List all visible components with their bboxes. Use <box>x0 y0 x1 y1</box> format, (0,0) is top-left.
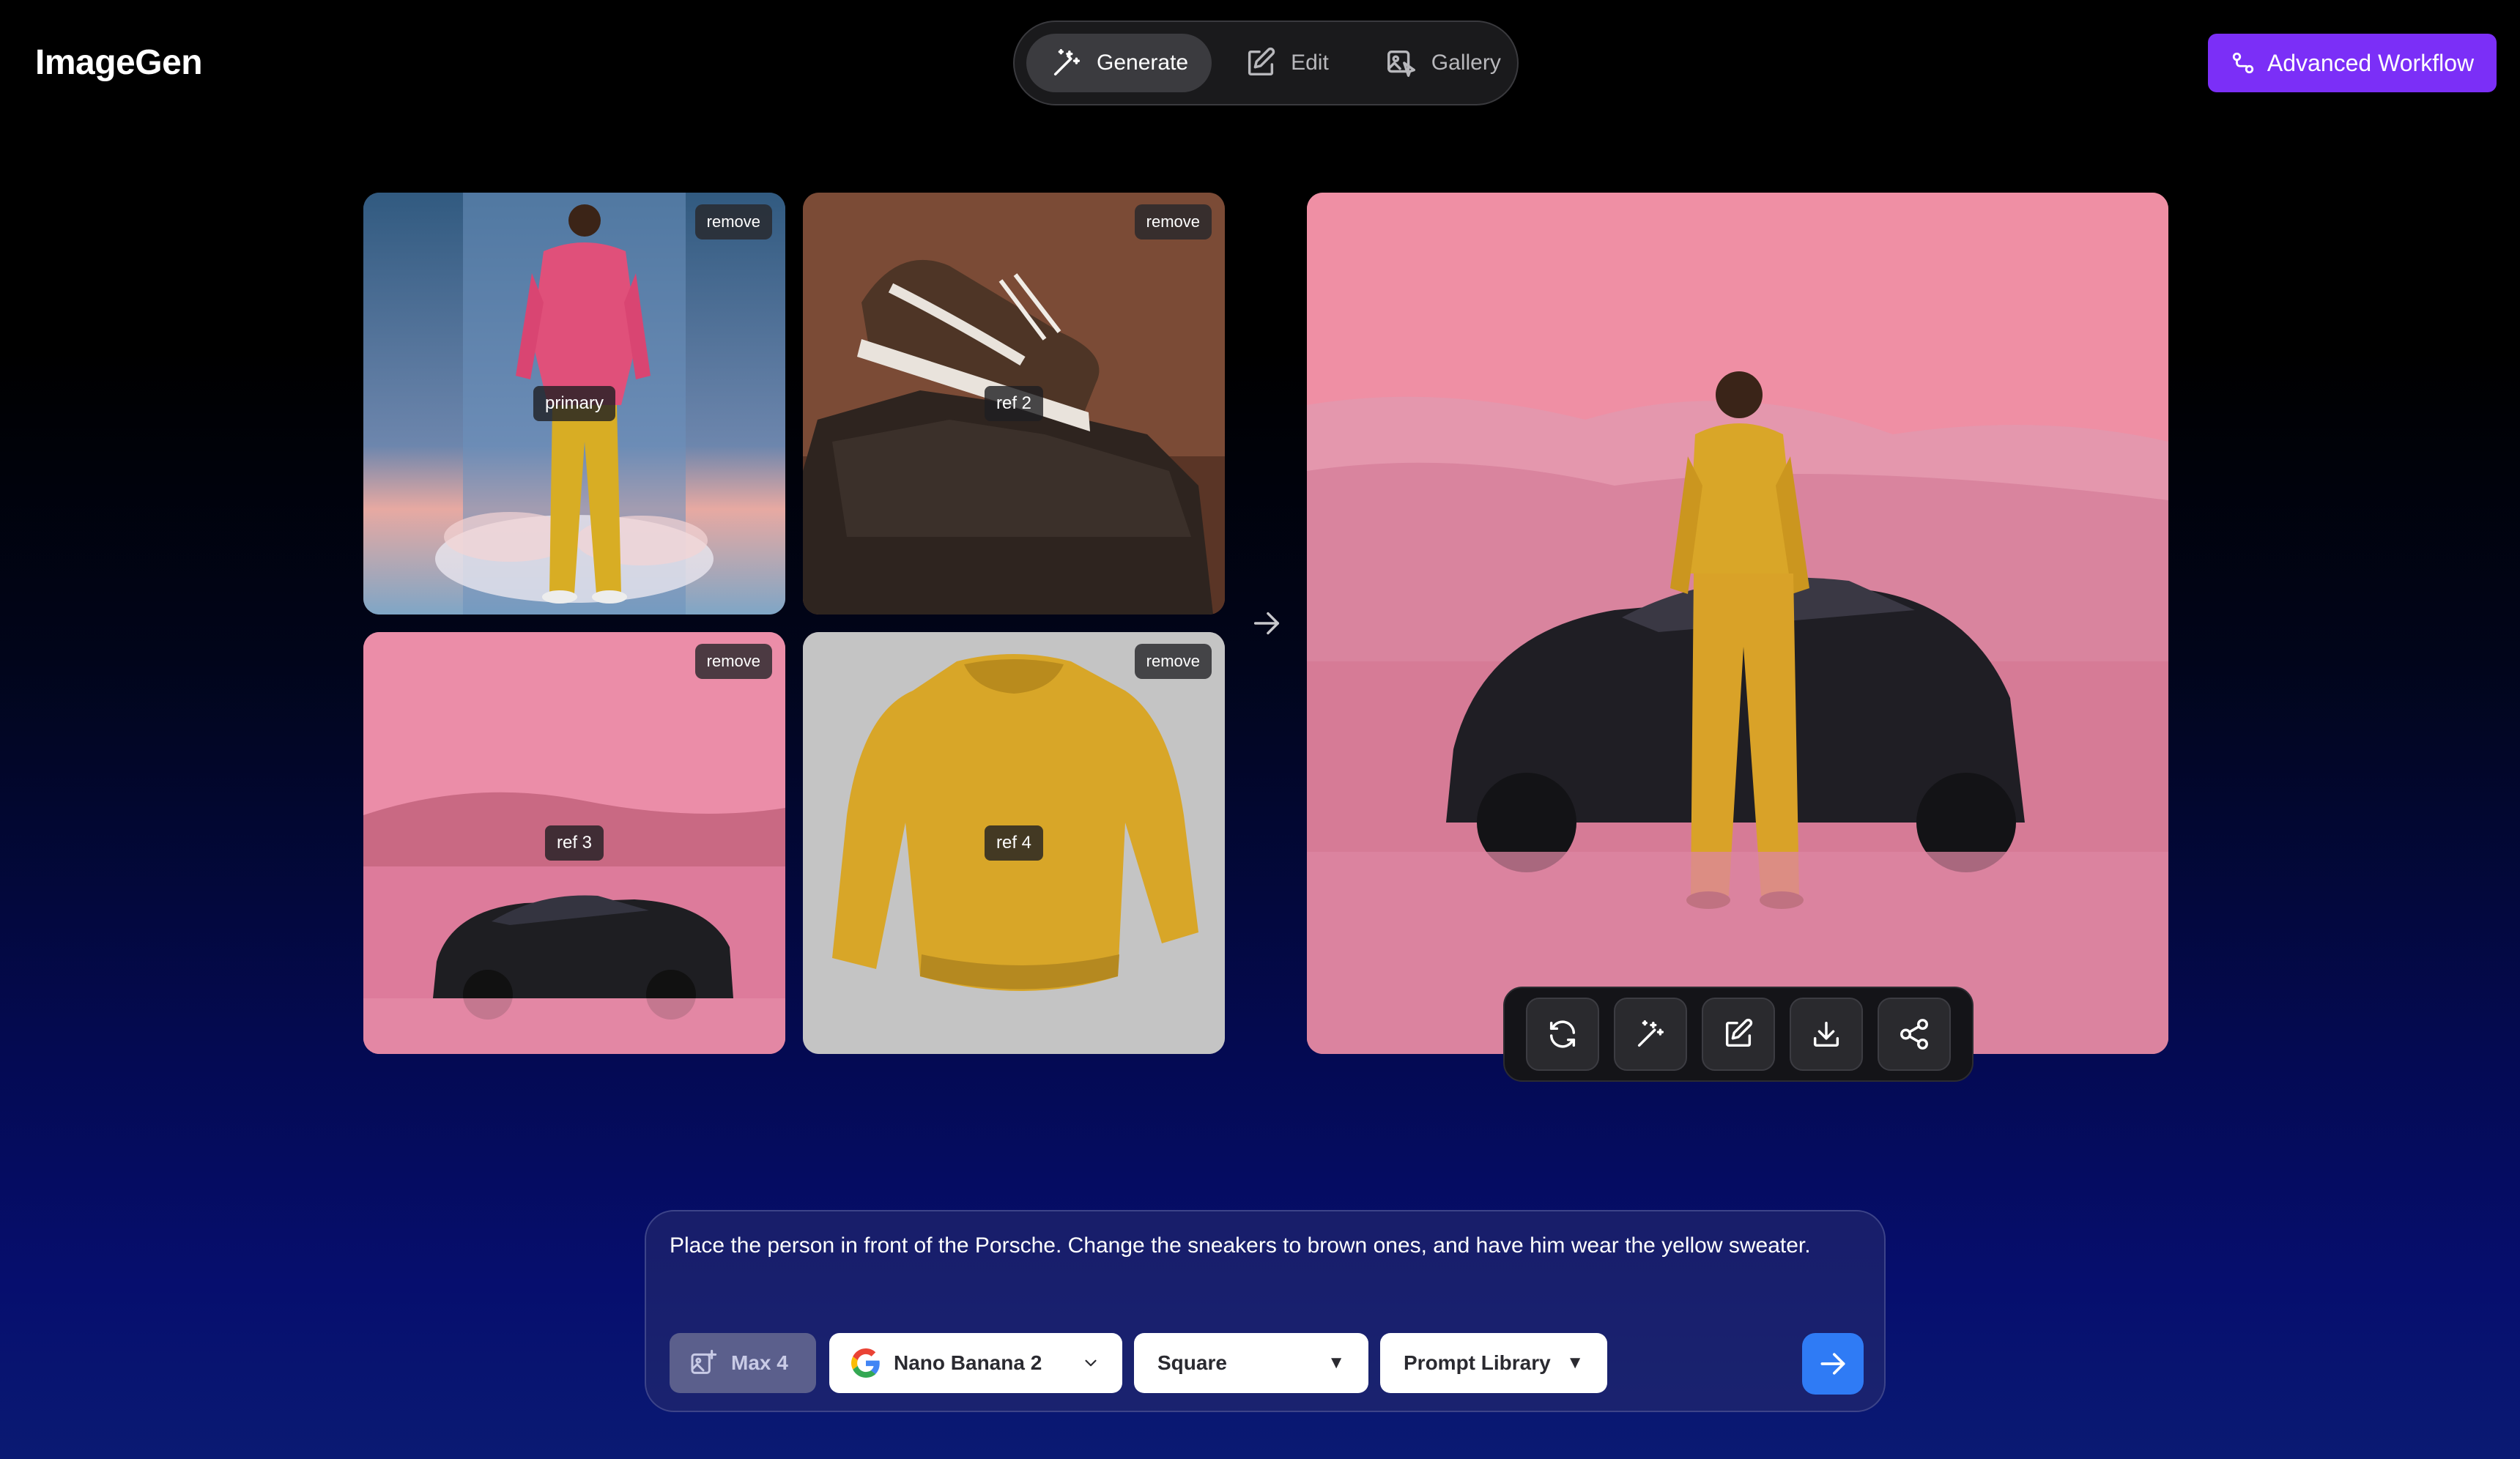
gallery-icon <box>1387 50 1415 77</box>
reference-tile-4[interactable]: remove ref 4 <box>803 632 1225 1054</box>
caret-down-icon: ▼ <box>1566 1353 1584 1373</box>
google-icon <box>851 1348 880 1378</box>
tile-label: ref 4 <box>984 825 1044 861</box>
edit-icon <box>1248 47 1275 76</box>
tab-gallery-label: Gallery <box>1431 51 1501 75</box>
aspect-ratio-select[interactable]: Square ▼ <box>1134 1333 1368 1393</box>
tile-label: ref 3 <box>544 825 604 861</box>
remove-button[interactable]: remove <box>1134 204 1212 240</box>
main-nav: Generate Edit Gallery <box>1013 21 1519 105</box>
tile-label: primary <box>533 386 616 421</box>
remove-button[interactable]: remove <box>694 204 772 240</box>
generated-image[interactable] <box>1307 193 2168 1054</box>
reference-tile-3[interactable]: remove ref 3 <box>363 632 785 1054</box>
edit-icon <box>1725 1018 1753 1047</box>
arrow-right-icon <box>1820 1353 1845 1375</box>
tab-generate[interactable]: Generate <box>1026 34 1212 92</box>
send-button[interactable] <box>1802 1333 1864 1395</box>
caret-down-icon: ▼ <box>1327 1353 1345 1373</box>
prompt-library-label: Prompt Library <box>1404 1351 1551 1374</box>
magic-wand-icon <box>1637 1020 1664 1047</box>
add-reference-button[interactable]: Max 4 <box>670 1333 816 1393</box>
tab-edit-label: Edit <box>1291 51 1329 75</box>
arrow-right-icon <box>1253 612 1280 635</box>
tab-edit[interactable]: Edit <box>1220 34 1352 92</box>
remove-button[interactable]: remove <box>1134 644 1212 679</box>
model-select[interactable]: Nano Banana 2 <box>829 1333 1122 1393</box>
prompt-box: Place the person in front of the Porsche… <box>645 1210 1886 1412</box>
reference-tile-primary[interactable]: remove primary <box>363 193 785 615</box>
download-icon <box>1813 1021 1839 1047</box>
remove-button[interactable]: remove <box>694 644 772 679</box>
chevron-down-icon <box>1085 1359 1097 1367</box>
aspect-label: Square <box>1157 1351 1227 1374</box>
model-label: Nano Banana 2 <box>894 1351 1042 1374</box>
magic-wand-icon <box>1053 49 1081 76</box>
generated-image-content <box>1307 193 2168 1054</box>
tab-generate-label: Generate <box>1097 51 1189 75</box>
add-image-icon <box>691 1349 717 1374</box>
download-button[interactable] <box>1790 998 1863 1071</box>
workflow-icon <box>2232 52 2254 74</box>
share-icon <box>1900 1019 1928 1050</box>
regenerate-button[interactable] <box>1526 998 1599 1071</box>
regenerate-icon <box>1549 1020 1576 1048</box>
share-button[interactable] <box>1878 998 1951 1071</box>
result-toolbar <box>1503 987 1974 1082</box>
tab-gallery[interactable]: Gallery <box>1361 34 1524 92</box>
prompt-input[interactable]: Place the person in front of the Porsche… <box>670 1233 1842 1258</box>
tile-label: ref 2 <box>984 386 1044 421</box>
edit-button[interactable] <box>1702 998 1775 1071</box>
app-title: ImageGen <box>35 43 203 82</box>
enhance-button[interactable] <box>1614 998 1687 1071</box>
reference-tile-2[interactable]: remove ref 2 <box>803 193 1225 615</box>
prompt-library-button[interactable]: Prompt Library ▼ <box>1380 1333 1607 1393</box>
advanced-workflow-label: Advanced Workflow <box>2267 49 2475 76</box>
advanced-workflow-button[interactable]: Advanced Workflow <box>2208 34 2497 92</box>
max-label: Max 4 <box>731 1351 788 1374</box>
